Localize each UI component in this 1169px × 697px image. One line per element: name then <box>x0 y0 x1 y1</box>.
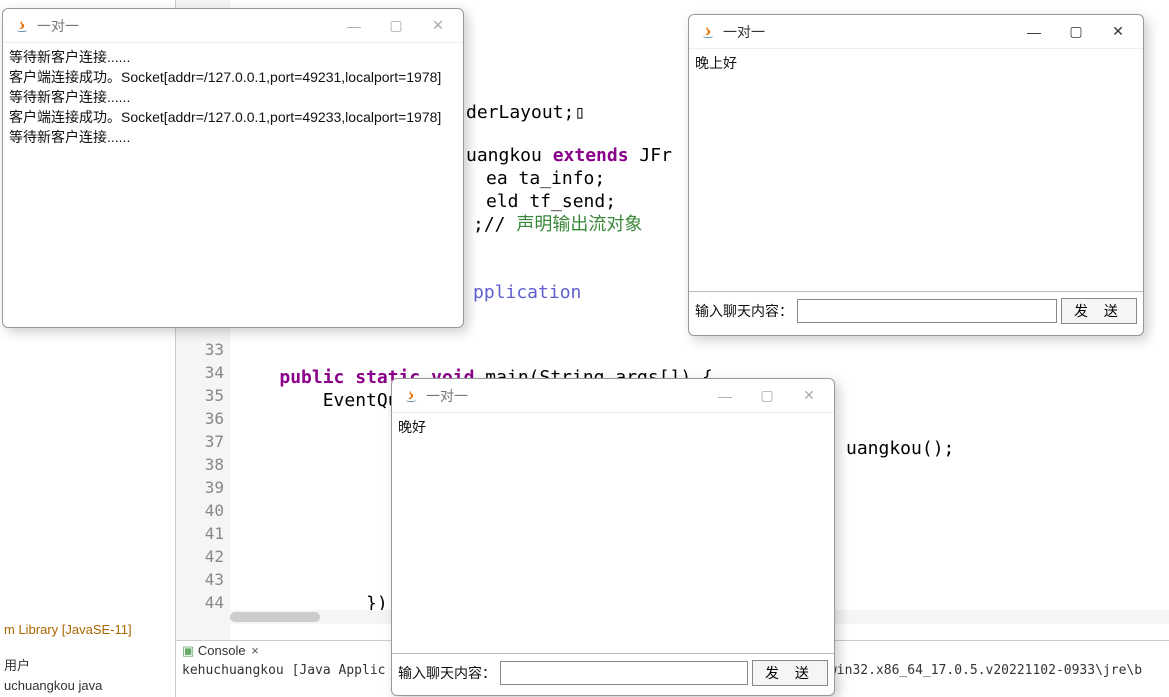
chat-input[interactable] <box>500 661 748 685</box>
maximize-icon[interactable]: ▢ <box>1055 18 1097 46</box>
library-label: m Library [JavaSE-11] <box>4 622 132 637</box>
window-title: 一对一 <box>37 16 79 36</box>
send-button[interactable]: 发 送 <box>752 660 828 686</box>
line-number: 43 <box>176 570 230 593</box>
line-number: 42 <box>176 547 230 570</box>
titlebar[interactable]: 一对一 — ▢ ✕ <box>392 379 834 413</box>
maximize-icon[interactable]: ▢ <box>746 382 788 410</box>
input-label: 输入聊天内容： <box>695 301 793 321</box>
close-icon[interactable]: ✕ <box>417 12 459 40</box>
input-label: 输入聊天内容： <box>398 663 496 683</box>
chat-input[interactable] <box>797 299 1057 323</box>
chat-textarea: 晚上好 <box>689 49 1143 291</box>
close-icon[interactable]: ✕ <box>1097 18 1139 46</box>
chat-input-row: 输入聊天内容： 发 送 <box>392 653 834 692</box>
scrollbar-thumb[interactable] <box>230 612 320 622</box>
jre-library[interactable]: m Library [JavaSE-11] <box>0 620 175 639</box>
minimize-icon[interactable]: — <box>1013 18 1055 46</box>
client-window-1: 一对一 — ▢ ✕ 晚上好 输入聊天内容： 发 送 <box>688 14 1144 336</box>
java-icon <box>402 387 420 405</box>
file-item[interactable]: uchuangkou java <box>0 676 175 695</box>
line-number: 36 <box>176 409 230 432</box>
chat-textarea: 晚好 <box>392 413 834 653</box>
line-number: 44 <box>176 593 230 616</box>
console-tab-label: Console <box>198 643 246 658</box>
close-icon[interactable]: ✕ <box>788 382 830 410</box>
client-window-2: 一对一 — ▢ ✕ 晚好 输入聊天内容： 发 送 <box>391 378 835 696</box>
titlebar[interactable]: 一对一 — ▢ ✕ <box>3 9 463 43</box>
line-number: 40 <box>176 501 230 524</box>
close-icon[interactable]: × <box>251 643 259 658</box>
window-title: 一对一 <box>723 22 765 42</box>
line-number: 33 <box>176 340 230 363</box>
line-number: 35 <box>176 386 230 409</box>
server-window: 一对一 — ▢ ✕ 等待新客户连接...... 客户端连接成功。Socket[a… <box>2 8 464 328</box>
titlebar[interactable]: 一对一 — ▢ ✕ <box>689 15 1143 49</box>
window-title: 一对一 <box>426 386 468 406</box>
chat-input-row: 输入聊天内容： 发 送 <box>689 291 1143 330</box>
send-button[interactable]: 发 送 <box>1061 298 1137 324</box>
line-number: 39 <box>176 478 230 501</box>
line-number: 41 <box>176 524 230 547</box>
maximize-icon[interactable]: ▢ <box>375 12 417 40</box>
minimize-icon[interactable]: — <box>333 12 375 40</box>
import-fragment: derLayout; <box>466 102 574 123</box>
line-number: 34 <box>176 363 230 386</box>
line-number: 37 <box>176 432 230 455</box>
line-number: 38 <box>176 455 230 478</box>
java-icon <box>699 23 717 41</box>
server-log: 等待新客户连接...... 客户端连接成功。Socket[addr=/127.0… <box>3 43 463 151</box>
java-icon <box>13 17 31 35</box>
class-fragment: uangkou extends JFr <box>466 145 672 166</box>
folder-user[interactable]: 用户 <box>0 653 175 676</box>
minimize-icon[interactable]: — <box>704 382 746 410</box>
